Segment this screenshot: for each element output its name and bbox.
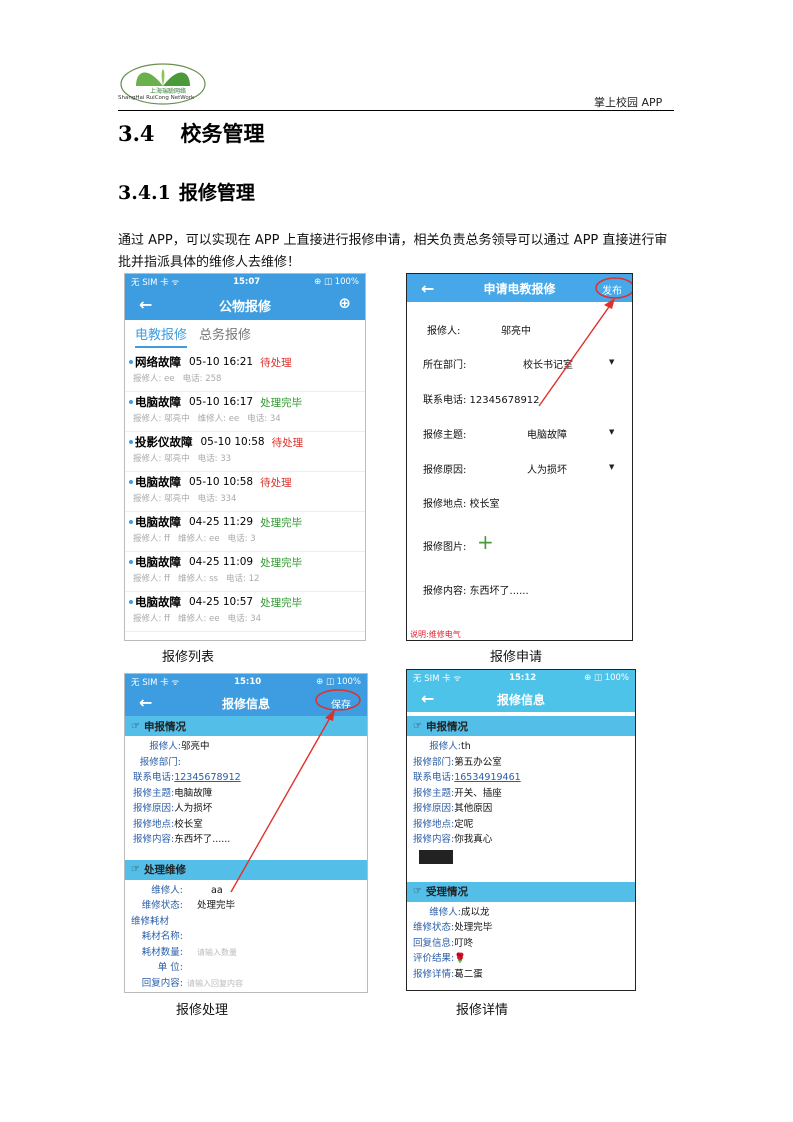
hand-point-icon: ☞ (413, 886, 422, 897)
hand-point-icon: ☞ (413, 720, 422, 732)
bullet-dot-icon (129, 600, 133, 604)
list-item[interactable]: 电脑故障 04-25 10:57 处理完毕 报修人: ff 维修人: ee 电话: … (125, 592, 365, 632)
list-item[interactable]: 网络故障 05-10 16:21 待处理 报修人: ee 电话: 258 (125, 352, 365, 392)
doc-title: 掌上校园 APP (594, 96, 663, 109)
subsection-heading: 3.4.1 报修管理 (118, 182, 255, 204)
caption-detail: 报修详情 (456, 1003, 509, 1018)
caption-list: 报修列表 (162, 650, 215, 665)
tab-general-repair[interactable]: 总务报修 (199, 324, 251, 348)
header-divider (118, 110, 674, 111)
repair-list-screenshot: 无 SIM 卡 ᯤ 15:07 ⊕ ◫ 100% ← 公物报修 ⊕ 电教报修 总务报… (124, 273, 366, 641)
tab-av-repair[interactable]: 电教报修 (135, 324, 188, 348)
list-item[interactable]: 电脑故障 04-25 11:09 处理完毕 报修人: ff 维修人: ss 电话: … (125, 552, 365, 592)
repair-process-screenshot: 无 SIM 卡 ᯤ 15:10 ⊕ ◫ 100% ← 报修信息 保存 ☞ 申报情况 报… (124, 673, 368, 993)
section-heading: 3.4 校务管理 (118, 121, 265, 146)
bullet-dot-icon (129, 560, 133, 564)
bullet-dot-icon (129, 440, 133, 444)
nav-bar: ← 报修信息 (407, 686, 635, 712)
phone-link[interactable]: 16534919461 (454, 772, 521, 783)
section-accept: ☞ 受理情况 (407, 881, 635, 902)
nav-bar: ← 公物报修 ⊕ (125, 290, 365, 320)
back-arrow-icon[interactable]: ← (421, 689, 434, 708)
repair-list: 网络故障 05-10 16:21 待处理 报修人: ee 电话: 258 电脑故障 0… (125, 352, 365, 632)
accept-details: 维修人:成以龙 维修状态:处理完毕 回复信息:叮咚 评价结果:🌹 报修详情:葛二… (413, 906, 493, 980)
list-item[interactable]: 电脑故障 04-25 11:29 处理完毕 报修人: ff 维修人: ee 电话: … (125, 512, 365, 552)
caption-process: 报修处理 (176, 1003, 229, 1018)
list-item[interactable]: 电脑故障 05-10 10:58 待处理 报修人: 邬亮中 电话: 334 (125, 472, 365, 512)
add-circle-icon[interactable]: ⊕ (338, 294, 351, 312)
tab-bar: 电教报修 总务报修 (125, 320, 365, 348)
status-bar: 无 SIM 卡 ᯤ 15:12 ⊕ ◫ 100% (407, 670, 635, 686)
repair-photo-thumbnail[interactable] (419, 849, 453, 864)
bullet-dot-icon (129, 360, 133, 364)
bullet-dot-icon (129, 400, 133, 404)
annotation-arrow (538, 277, 632, 407)
rose-icon: 🌹 (454, 953, 467, 964)
list-item[interactable]: 电脑故障 05-10 16:17 处理完毕 报修人: 邬亮中 维修人: ee 电话:… (125, 392, 365, 432)
status-bar: 无 SIM 卡 ᯤ 15:07 ⊕ ◫ 100% (125, 274, 365, 290)
list-item[interactable]: 投影仪故障 05-10 10:58 待处理 报修人: 邬亮中 电话: 33 (125, 432, 365, 472)
intro-paragraph: 通过 APP，可以实现在 APP 上直接进行报修申请，相关负责总务领导可以通过 … (118, 233, 668, 270)
nav-title: 报修信息 (496, 692, 545, 707)
annotation-arrow (230, 689, 361, 893)
bullet-dot-icon (129, 520, 133, 524)
bullet-dot-icon (129, 480, 133, 484)
logo-text-en: ShangHai RuiCong NetWork (118, 95, 195, 101)
caption-apply: 报修申请 (490, 650, 543, 665)
section-report: ☞ 申报情况 (407, 716, 635, 736)
logo-text-cn: 上海瑞聪网络 (150, 88, 187, 95)
repair-apply-screenshot: ← 申请电教报修 发布 报修人: 邬亮中 所在部门: 校长书记室 ▼ 联系电话:… (406, 273, 633, 641)
back-arrow-icon[interactable]: ← (139, 295, 152, 314)
report-details: 报修人:th 报修部门:第五办公室 联系电话:16534919461 报修主题:… (407, 736, 635, 864)
nav-title: 公物报修 (218, 299, 271, 315)
repair-detail-screenshot: 无 SIM 卡 ᯤ 15:12 ⊕ ◫ 100% ← 报修信息 ☞ 申报情况 报修人:… (406, 669, 636, 991)
